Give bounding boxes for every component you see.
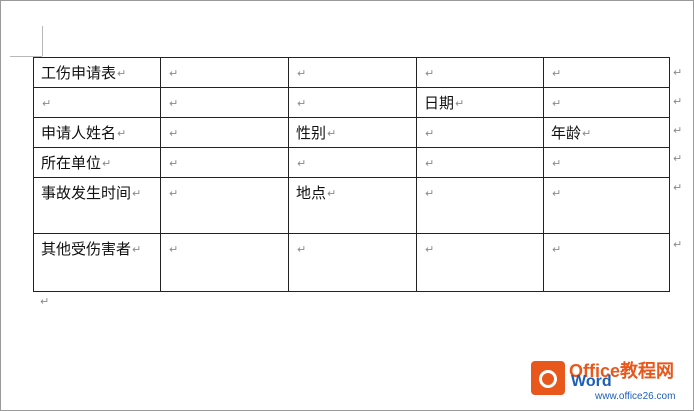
cell-end-mark: ↵ [297, 157, 307, 170]
table-cell[interactable]: 工伤申请表↵ [33, 57, 161, 88]
watermark-url: www.office26.com [595, 391, 676, 402]
cell-end-mark: ↵ [132, 187, 142, 200]
cell-end-mark: ↵ [169, 157, 179, 170]
row-end-mark: ↵ [673, 152, 683, 165]
table-row: 申请人姓名↵ ↵ 性别↵ ↵ 年龄↵ [33, 117, 670, 148]
cell-end-mark: ↵ [552, 97, 562, 110]
application-form-table: 工伤申请表↵ ↵ ↵ ↵ ↵ ↵ ↵ ↵ 日期↵ ↵ 申请人姓名↵ ↵ 性别↵ ↵ 年龄↵ 所在单位↵ ↵ ↵ ↵ ↵… [33, 57, 670, 292]
cell-end-mark: ↵ [117, 127, 127, 140]
cell-text: 地点 [296, 184, 327, 202]
table-cell[interactable]: ↵ [543, 147, 670, 178]
table-cell[interactable]: ↵ [288, 57, 417, 88]
row-end-mark: ↵ [673, 181, 683, 194]
row-end-mark: ↵ [673, 124, 683, 137]
table-cell[interactable]: ↵ [543, 57, 670, 88]
table-cell[interactable]: ↵ [288, 147, 417, 178]
cell-end-mark: ↵ [117, 67, 127, 80]
table-cell[interactable]: ↵ [160, 57, 289, 88]
cell-text: 所在单位 [41, 154, 102, 172]
table-cell[interactable]: ↵ [543, 87, 670, 118]
cell-end-mark: ↵ [425, 67, 435, 80]
cell-end-mark: ↵ [552, 157, 562, 170]
table-cell[interactable]: ↵ [416, 177, 544, 234]
row-end-mark: ↵ [673, 238, 683, 251]
table-row: 工伤申请表↵ ↵ ↵ ↵ ↵ [33, 57, 670, 88]
cell-text: 年龄 [551, 124, 582, 142]
table-cell[interactable]: ↵ [543, 177, 670, 234]
cell-end-mark: ↵ [132, 243, 142, 256]
table-cell[interactable]: 年龄↵ [543, 117, 670, 148]
table-cell[interactable]: 事故发生时间↵ [33, 177, 161, 234]
cell-end-mark: ↵ [169, 187, 179, 200]
table-cell[interactable]: ↵ [416, 233, 544, 292]
cell-end-mark: ↵ [455, 97, 465, 110]
cell-end-mark: ↵ [297, 97, 307, 110]
table-cell[interactable]: ↵ [416, 57, 544, 88]
cell-end-mark: ↵ [169, 97, 179, 110]
cell-text: 工伤申请表 [41, 64, 117, 82]
cell-end-mark: ↵ [327, 187, 337, 200]
table-cell[interactable]: 日期↵ [416, 87, 544, 118]
table-cell[interactable]: ↵ [160, 117, 289, 148]
cell-end-mark: ↵ [42, 97, 52, 110]
cell-end-mark: ↵ [327, 127, 337, 140]
table-row: 所在单位↵ ↵ ↵ ↵ ↵ [33, 147, 670, 178]
cell-end-mark: ↵ [552, 243, 562, 256]
table-cell[interactable]: ↵ [543, 233, 670, 292]
cell-end-mark: ↵ [425, 157, 435, 170]
row-end-mark: ↵ [673, 66, 683, 79]
table-cell[interactable]: ↵ [288, 87, 417, 118]
cell-end-mark: ↵ [297, 67, 307, 80]
table-cell[interactable]: ↵ [160, 87, 289, 118]
cell-end-mark: ↵ [425, 127, 435, 140]
site-watermark: Office教程网 Word www.office26.com [531, 357, 689, 407]
row-end-mark: ↵ [673, 95, 683, 108]
cell-end-mark: ↵ [169, 243, 179, 256]
cell-end-mark: ↵ [582, 127, 592, 140]
watermark-product: Word [571, 373, 612, 390]
table-cell[interactable]: 所在单位↵ [33, 147, 161, 178]
table-cell[interactable]: ↵ [416, 147, 544, 178]
cell-end-mark: ↵ [425, 243, 435, 256]
table-row: ↵ ↵ ↵ 日期↵ ↵ [33, 87, 670, 118]
cell-text: 申请人姓名 [41, 124, 117, 142]
office-logo-icon [531, 361, 565, 395]
cell-text: 事故发生时间 [41, 184, 132, 202]
paragraph-mark: ↵ [40, 295, 50, 308]
cell-end-mark: ↵ [552, 187, 562, 200]
cell-end-mark: ↵ [102, 157, 112, 170]
table-cell[interactable]: 性别↵ [288, 117, 417, 148]
table-row: 事故发生时间↵ ↵ 地点↵ ↵ ↵ [33, 177, 670, 234]
table-cell[interactable]: 其他受伤害者↵ [33, 233, 161, 292]
cell-end-mark: ↵ [297, 243, 307, 256]
cell-end-mark: ↵ [169, 67, 179, 80]
cell-end-mark: ↵ [552, 67, 562, 80]
cell-end-mark: ↵ [169, 127, 179, 140]
table-cell[interactable]: ↵ [160, 177, 289, 234]
table-cell[interactable]: ↵ [160, 147, 289, 178]
cell-text: 日期 [424, 94, 455, 112]
table-cell[interactable]: 申请人姓名↵ [33, 117, 161, 148]
cell-text: 性别 [296, 124, 327, 142]
table-cell[interactable]: ↵ [160, 233, 289, 292]
table-cell[interactable]: ↵ [288, 233, 417, 292]
table-row: 其他受伤害者↵ ↵ ↵ ↵ ↵ [33, 233, 670, 292]
cell-end-mark: ↵ [425, 187, 435, 200]
table-cell[interactable]: ↵ [33, 87, 161, 118]
cell-text: 其他受伤害者 [41, 240, 132, 258]
table-cell[interactable]: 地点↵ [288, 177, 417, 234]
margin-corner-mark [42, 26, 43, 56]
table-cell[interactable]: ↵ [416, 117, 544, 148]
